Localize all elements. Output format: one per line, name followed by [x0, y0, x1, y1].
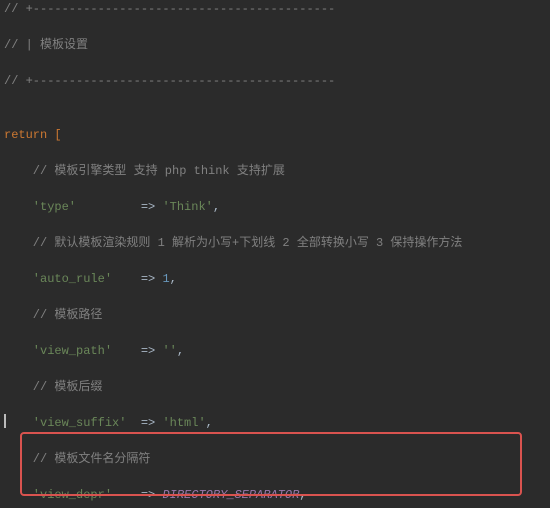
- code-line: 'auto_rule' => 1,: [0, 270, 550, 288]
- config-key-view-depr: 'view_depr': [4, 488, 112, 502]
- code-line: // 模板路径: [0, 306, 550, 324]
- comment: // 默认模板渲染规则 1 解析为小写+下划线 2 全部转换小写 3 保持操作方…: [4, 236, 462, 250]
- code-line: return [: [0, 126, 550, 144]
- comment: // 模板路径: [4, 308, 102, 322]
- code-line: // 模板后缀: [0, 378, 550, 396]
- code-line: // | 模板设置: [0, 36, 550, 54]
- comment: // 模板后缀: [4, 380, 102, 394]
- code-line: // 默认模板渲染规则 1 解析为小写+下划线 2 全部转换小写 3 保持操作方…: [0, 234, 550, 252]
- code-line: // 模板文件名分隔符: [0, 450, 550, 468]
- code-line: 'view_depr' => DIRECTORY_SEPARATOR,: [0, 486, 550, 504]
- keyword-return: return: [4, 128, 47, 142]
- text-caret: [4, 414, 6, 428]
- code-line: 'view_suffix' => 'html',: [0, 414, 550, 432]
- code-line: // +------------------------------------…: [0, 72, 550, 90]
- code-line: 'type' => 'Think',: [0, 198, 550, 216]
- config-key-view-path: 'view_path': [4, 344, 112, 358]
- code-line: // +------------------------------------…: [0, 0, 550, 18]
- comment: // +------------------------------------…: [4, 74, 335, 88]
- comment: // 模板文件名分隔符: [4, 452, 150, 466]
- config-key-view-suffix: 'view_suffix': [4, 416, 126, 430]
- comment: // +------------------------------------…: [4, 2, 335, 16]
- config-key-type: 'type': [4, 200, 76, 214]
- config-key-auto-rule: 'auto_rule': [4, 272, 112, 286]
- comment: // 模板引擎类型 支持 php think 支持扩展: [4, 164, 285, 178]
- comment: // | 模板设置: [4, 38, 88, 52]
- code-line: 'view_path' => '',: [0, 342, 550, 360]
- code-line: // 模板引擎类型 支持 php think 支持扩展: [0, 162, 550, 180]
- code-editor[interactable]: // +------------------------------------…: [0, 0, 550, 508]
